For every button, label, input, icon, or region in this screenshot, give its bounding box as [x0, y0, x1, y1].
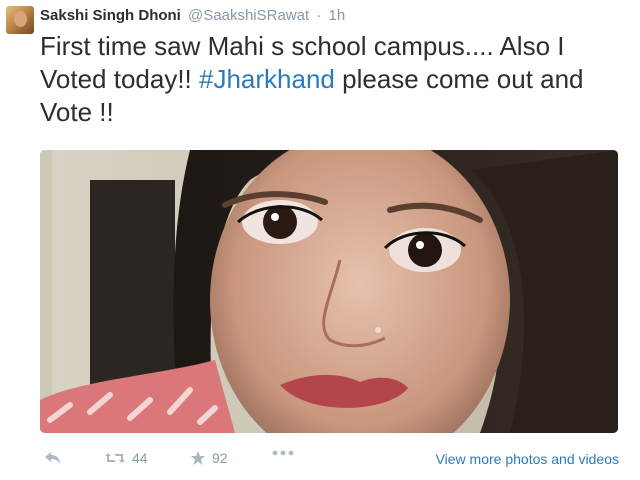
- more-button[interactable]: [272, 450, 294, 456]
- reply-button[interactable]: [44, 450, 62, 466]
- more-dots-icon: [272, 450, 294, 456]
- tweet-photo[interactable]: [40, 150, 618, 433]
- reply-icon: [44, 450, 62, 466]
- view-more-photos-link[interactable]: View more photos and videos: [436, 451, 619, 467]
- tweet-text: First time saw Mahi s school campus.... …: [40, 30, 635, 129]
- tweet-header: Sakshi Singh Dhoni @SaakshiSRawat · 1h: [40, 7, 345, 24]
- retweet-icon: [104, 450, 126, 466]
- retweet-button[interactable]: 44: [104, 450, 148, 466]
- avatar-face: [14, 11, 27, 27]
- avatar[interactable]: [6, 6, 34, 34]
- hashtag-link[interactable]: #Jharkhand: [199, 64, 335, 94]
- star-icon: [190, 450, 206, 466]
- favorite-button[interactable]: 92: [190, 450, 228, 466]
- selfie-photo-illustration: [40, 150, 618, 433]
- author-handle[interactable]: @SaakshiSRawat: [188, 7, 309, 24]
- author-name[interactable]: Sakshi Singh Dhoni: [40, 7, 181, 24]
- tweet-timestamp[interactable]: 1h: [329, 7, 346, 24]
- tweet-actions: 44 92 View more photos and videos: [0, 446, 640, 474]
- favorite-count: 92: [212, 450, 228, 466]
- retweet-count: 44: [132, 450, 148, 466]
- header-separator: ·: [316, 7, 322, 24]
